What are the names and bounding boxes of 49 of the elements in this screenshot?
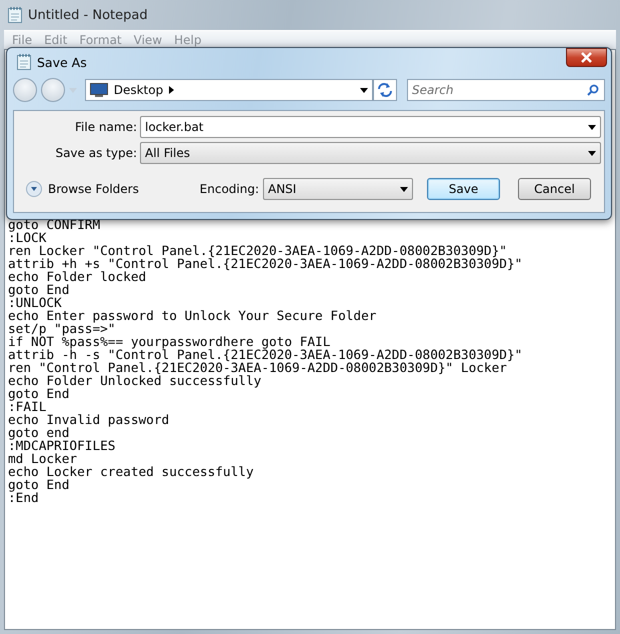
close-icon [580,52,593,63]
dropdown-caret-icon[interactable] [588,124,596,130]
search-icon[interactable] [587,84,599,96]
refresh-icon [377,83,394,97]
code-line: attrib -h -s "Control Panel.{21EC2020-3AEA-1069-A2DD-08002B30309D}" [8,349,524,362]
code-line: echo Folder Unlocked successfully [8,375,262,388]
chevron-icon[interactable] [169,86,174,94]
dropdown-caret-icon[interactable] [360,88,368,92]
save-type-dropdown[interactable]: All Files [140,142,601,164]
field-label: Encoding: [200,182,259,196]
code-line: ren "Control Panel.{21EC2020-3AEA-1069-A2DD-08002B30309D}" Locker [8,362,507,375]
dialog-button[interactable]: Save [427,178,500,200]
code-line: echo Folder locked [8,271,148,284]
location-field[interactable]: Desktop [84,79,374,101]
code-line: :MDCAPRIOFILES [8,440,116,453]
code-line: md Locker [8,453,78,466]
code-line: set/p "pass=>" [8,323,116,336]
code-line: :LOCK [8,232,46,245]
code-line: goto End [8,479,70,492]
code-line: :FAIL [8,401,48,414]
dropdown-caret-icon[interactable] [588,150,596,156]
browse-folders-button[interactable]: Browse Folders [26,181,139,197]
refresh-button[interactable] [373,79,397,101]
code-line: goto CONFIRM [8,219,102,232]
dropdown-caret-icon[interactable] [400,186,408,192]
code-line: goto End [8,284,70,297]
code-line: echo Locker created successfully [8,466,255,479]
encoding-dropdown[interactable]: ANSI [263,178,413,200]
code-line: goto End [8,388,70,401]
dialog-title: Save As [37,54,87,70]
notepad-icon [8,7,22,23]
code-line: if NOT %pass%== yourpasswordhere goto FAIL [8,336,330,349]
search-field[interactable]: Search [407,79,605,101]
file-name-field[interactable]: locker.bat [140,116,601,138]
code-line: ren Locker "Control Panel.{21EC2020-3AEA-1069-A2DD-08002B30309D}" [8,245,507,258]
dialog-button[interactable]: Cancel [518,178,591,200]
notepad-icon [17,54,31,70]
code-line: :UNLOCK [8,297,62,310]
code-line: goto end [8,427,70,440]
window-title: Untitled - Notepad [28,8,148,22]
code-line: attrib +h +s "Control Panel.{21EC2020-3AEA-1069-A2DD-08002B30309D}" [8,258,524,271]
code-line: echo Invalid password [8,414,170,427]
field-label: File name: [74,120,138,134]
close-button[interactable] [566,48,607,67]
code-line: echo Enter password to Unlock Your Secure Folder [8,310,378,323]
code-line: :End [8,492,40,505]
field-label: Save as type: [54,146,138,160]
monitor-icon [90,83,108,97]
expand-icon [26,181,42,197]
